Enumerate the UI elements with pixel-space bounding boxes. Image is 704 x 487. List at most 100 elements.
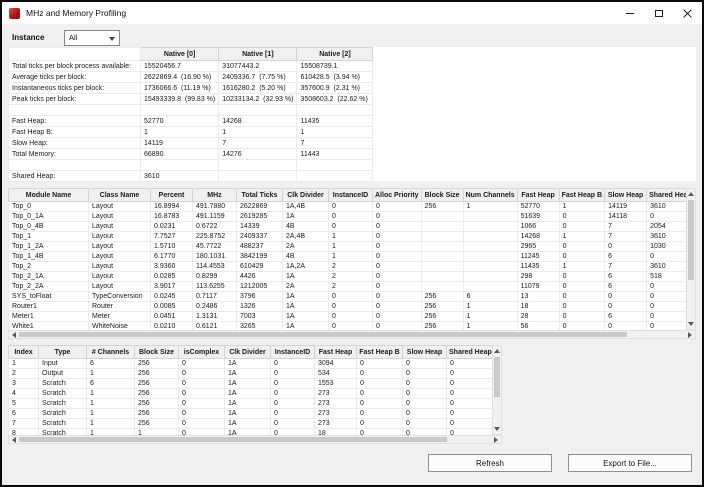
table-cell[interactable]: Fast Heap B: <box>9 127 141 138</box>
table-row[interactable]: Meter1Meter0.04511.313170031A00256128060 <box>9 312 695 322</box>
table-cell[interactable]: 0 <box>179 379 225 389</box>
column-header[interactable]: InstanceID <box>329 189 373 202</box>
table-cell[interactable]: 52770 <box>141 116 219 127</box>
table-row[interactable]: Average ticks per block:2622869.4 (16.90… <box>9 72 373 83</box>
column-header[interactable]: isComplex <box>179 346 225 359</box>
table-cell[interactable] <box>9 105 141 116</box>
table-cell[interactable]: 0 <box>271 359 315 369</box>
table-cell[interactable]: 1 <box>559 232 604 242</box>
table-cell[interactable]: 2622869.4 (16.90 %) <box>141 72 219 83</box>
table-cell[interactable]: 3.9360 <box>151 262 193 272</box>
table-cell[interactable]: 6 <box>463 292 517 302</box>
table-cell[interactable]: 0 <box>179 399 225 409</box>
table-cell[interactable]: Total ticks per block process available: <box>9 61 141 72</box>
table-cell[interactable]: 1553 <box>315 379 357 389</box>
table-cell[interactable]: 2409337 <box>237 232 283 242</box>
table-row[interactable]: Total Memory:668901427611443 <box>9 149 373 160</box>
table-cell[interactable]: 1212005 <box>237 282 283 292</box>
table-cell[interactable]: 0 <box>403 359 447 369</box>
table-cell[interactable]: 0 <box>373 282 422 292</box>
table-cell[interactable]: 5 <box>9 399 39 409</box>
table-cell[interactable]: 298 <box>517 272 559 282</box>
column-header[interactable]: Shared Heap <box>447 346 495 359</box>
table-row[interactable]: Router1Router0.00850.248613261A002561180… <box>9 302 695 312</box>
table-cell[interactable]: 2A <box>283 282 329 292</box>
table-cell[interactable] <box>421 222 463 232</box>
export-button[interactable]: Export to File... <box>568 454 692 472</box>
table-cell[interactable]: 7.7527 <box>151 232 193 242</box>
table-cell[interactable]: 256 <box>135 369 179 379</box>
table-cell[interactable]: 10233134.2 (32.93 %) <box>219 94 297 105</box>
table-cell[interactable]: 4 <box>9 389 39 399</box>
table-cell[interactable]: 1A <box>283 272 329 282</box>
table-row[interactable]: 1Input625601A03094000 <box>9 359 495 369</box>
column-header[interactable]: Native [1] <box>219 48 297 61</box>
table-cell[interactable]: Slow Heap: <box>9 138 141 149</box>
table-cell[interactable]: 0 <box>403 379 447 389</box>
table-cell[interactable]: 4426 <box>237 272 283 282</box>
table-row[interactable]: 3Scratch625601A01553000 <box>9 379 495 389</box>
table-cell[interactable] <box>219 171 297 182</box>
column-header[interactable]: Fast Heap <box>517 189 559 202</box>
table-cell[interactable]: 0 <box>329 302 373 312</box>
table-cell[interactable]: 0 <box>373 232 422 242</box>
scroll-down-button[interactable] <box>687 319 695 329</box>
table-cell[interactable] <box>463 282 517 292</box>
table-cell[interactable] <box>141 105 219 116</box>
table-cell[interactable]: 610429 <box>237 262 283 272</box>
module-vscrollbar-thumb[interactable] <box>688 200 694 280</box>
table-cell[interactable]: 52770 <box>517 202 559 212</box>
table-row[interactable]: Top_2Layout3.9360114.45536104291A,2A2011… <box>9 262 695 272</box>
table-cell[interactable]: Layout <box>89 212 151 222</box>
table-cell[interactable]: 1A <box>225 409 271 419</box>
table-cell[interactable]: 14339 <box>237 222 283 232</box>
table-cell[interactable]: 7 <box>9 419 39 429</box>
table-cell[interactable]: Layout <box>89 282 151 292</box>
column-header[interactable]: Percent <box>151 189 193 202</box>
column-header[interactable]: Native [0] <box>141 48 219 61</box>
table-cell[interactable]: 1.5710 <box>151 242 193 252</box>
table-cell[interactable]: Instantaneous ticks per block: <box>9 83 141 94</box>
scroll-up-button[interactable] <box>687 189 695 199</box>
table-cell[interactable]: 11435 <box>297 116 373 127</box>
table-cell[interactable]: 1 <box>559 262 604 272</box>
table-cell[interactable]: 0 <box>605 242 647 252</box>
table-cell[interactable]: 0 <box>271 369 315 379</box>
table-cell[interactable]: Meter1 <box>9 312 89 322</box>
table-cell[interactable]: 0 <box>357 409 403 419</box>
scroll-down-button[interactable] <box>493 424 501 434</box>
table-row[interactable]: Top_1_2ALayout1.571045.77224882372A10296… <box>9 242 695 252</box>
table-cell[interactable]: 1.3131 <box>193 312 237 322</box>
table-cell[interactable]: 114.4553 <box>193 262 237 272</box>
module-hscrollbar-thumb[interactable] <box>19 332 627 337</box>
table-cell[interactable]: 1 <box>141 127 219 138</box>
table-cell[interactable]: 1A <box>225 419 271 429</box>
table-cell[interactable]: 0.8299 <box>193 272 237 282</box>
table-cell[interactable]: Layout <box>89 222 151 232</box>
table-cell[interactable]: 0 <box>179 409 225 419</box>
table-cell[interactable]: Layout <box>89 242 151 252</box>
table-cell[interactable]: Top_2 <box>9 262 89 272</box>
column-header[interactable]: Index <box>9 346 39 359</box>
table-cell[interactable]: 256 <box>135 419 179 429</box>
table-cell[interactable]: 0 <box>179 369 225 379</box>
table-cell[interactable]: 6 <box>605 312 647 322</box>
column-header[interactable]: InstanceID <box>271 346 315 359</box>
table-cell[interactable]: 256 <box>421 292 463 302</box>
table-cell[interactable]: 0 <box>559 282 604 292</box>
column-header[interactable]: Fast Heap <box>315 346 357 359</box>
table-cell[interactable]: 0 <box>559 222 604 232</box>
table-cell[interactable]: 0 <box>447 419 495 429</box>
table-cell[interactable]: 7003 <box>237 312 283 322</box>
table-cell[interactable]: Top_1_4B <box>9 252 89 262</box>
table-cell[interactable]: 6 <box>605 282 647 292</box>
table-row[interactable]: Slow Heap:1411977 <box>9 138 373 149</box>
table-cell[interactable]: 7 <box>605 262 647 272</box>
table-cell[interactable]: 256 <box>135 359 179 369</box>
scroll-left-button[interactable] <box>9 436 19 443</box>
table-cell[interactable] <box>9 160 141 171</box>
table-cell[interactable]: Scratch <box>39 409 87 419</box>
table-cell[interactable]: Average ticks per block: <box>9 72 141 83</box>
table-cell[interactable]: 0 <box>373 292 422 302</box>
table-cell[interactable] <box>297 171 373 182</box>
